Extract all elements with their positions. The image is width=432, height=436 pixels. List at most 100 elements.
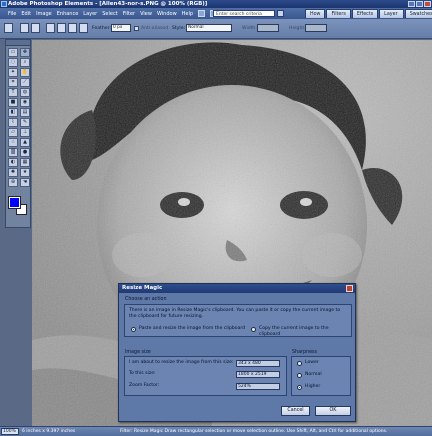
- zoom-tool-icon[interactable]: ⊕: [8, 178, 18, 187]
- menu-help[interactable]: Help: [182, 11, 193, 17]
- antialiased-label: Anti-aliased: [141, 26, 169, 31]
- subtract-selection-icon[interactable]: [68, 23, 77, 33]
- menu-bar: File Edit Image Enhance Layer Select Fil…: [0, 8, 432, 26]
- impressionist-brush-icon[interactable]: ✺: [8, 168, 18, 177]
- burn-icon[interactable]: ◐: [8, 158, 18, 167]
- menu-edit[interactable]: Edit: [21, 11, 31, 17]
- dialog-close-icon[interactable]: [346, 285, 353, 292]
- search-go-icon[interactable]: [277, 10, 284, 17]
- cancel-button[interactable]: Cancel: [281, 406, 310, 416]
- lasso-icon[interactable]: ◌: [8, 58, 18, 67]
- hand-tool-icon[interactable]: ☚: [20, 178, 30, 187]
- antialiased-checkbox[interactable]: [134, 26, 139, 31]
- menu-select[interactable]: Select: [102, 11, 117, 17]
- zoom-icon[interactable]: ⌕: [20, 58, 30, 67]
- window-title: Adobe Photoshop Elements - [Allen43-nor-…: [8, 1, 208, 7]
- gradient-icon[interactable]: ▤: [20, 108, 30, 117]
- maximize-icon[interactable]: [416, 1, 423, 7]
- move-icon[interactable]: ✥: [20, 48, 30, 57]
- marquee-preset-icon[interactable]: [4, 23, 13, 33]
- style-select[interactable]: Normal: [186, 24, 232, 32]
- pencil-icon[interactable]: ✎: [20, 118, 30, 127]
- to-value[interactable]: 1800 x 2519: [236, 371, 280, 378]
- copy-radio[interactable]: [251, 327, 256, 332]
- sharpness-normal-radio[interactable]: [297, 373, 302, 378]
- type-icon[interactable]: T: [8, 88, 18, 97]
- magic-wand-icon[interactable]: ✦: [8, 68, 18, 77]
- about-value: 343 x 480: [236, 360, 280, 367]
- status-bar: 100% 6 inches x 9.397 inches Filter: Res…: [0, 426, 432, 436]
- height-label: Height:: [289, 26, 306, 31]
- zoom-factor-value[interactable]: 524%: [236, 383, 280, 390]
- status-hint: Filter: Resize Magic Draw rectangular se…: [120, 429, 388, 434]
- toolbox: ▭ ✥ ◌ ⌕ ✦ ✋ ⌗ ⟋ T ◍ ■ ◉ ◧ ▤ ⌇ ✎ ▱ ⊥ ☝ ▲ …: [5, 39, 31, 228]
- menu-file[interactable]: File: [8, 11, 16, 17]
- size-header: Image size: [125, 350, 151, 355]
- menu-layer[interactable]: Layer: [83, 11, 97, 17]
- marquee-icon[interactable]: ▭: [8, 48, 18, 57]
- tab-how-to[interactable]: How To: [305, 9, 326, 26]
- feather-label: Feather:: [92, 26, 111, 31]
- dialog-title: Resize Magic: [119, 284, 355, 293]
- selection-brush-icon[interactable]: ◍: [20, 88, 30, 97]
- zoom-factor-label: Zoom Factor:: [129, 383, 160, 388]
- clone-stamp-icon[interactable]: ⊥: [20, 128, 30, 137]
- shape-icon[interactable]: ■: [8, 98, 18, 107]
- add-selection-icon[interactable]: [57, 23, 66, 33]
- menu-enhance[interactable]: Enhance: [57, 11, 79, 17]
- dialog-message: There is an image in Resize Magic's clip…: [129, 308, 341, 319]
- sharpness-higher-label[interactable]: Higher: [305, 384, 320, 390]
- ellipse-marquee-icon[interactable]: [31, 23, 40, 33]
- eyedropper-icon[interactable]: ⟋: [20, 78, 30, 87]
- ok-button[interactable]: OK: [315, 406, 351, 416]
- intersect-selection-icon[interactable]: [79, 23, 88, 33]
- search-input[interactable]: Enter search criteria: [213, 10, 275, 17]
- sharpness-lower-label[interactable]: Lower: [305, 360, 319, 366]
- document-size[interactable]: 6 inches x 9.397 inches: [22, 427, 75, 436]
- sharpness-lower-radio[interactable]: [297, 361, 302, 366]
- tab-layer-styles[interactable]: Layer Styles: [379, 9, 404, 26]
- rect-marquee-icon[interactable]: [20, 23, 29, 33]
- dodge-icon[interactable]: ●: [20, 148, 30, 157]
- tab-effects[interactable]: Effects: [351, 9, 379, 18]
- paste-label[interactable]: Paste and resize the image from the clip…: [139, 326, 245, 332]
- tab-filters[interactable]: Filters: [326, 9, 351, 18]
- blur-icon[interactable]: ▲: [20, 138, 30, 147]
- sharpness-higher-radio[interactable]: [297, 385, 302, 390]
- style-label: Style:: [172, 26, 186, 31]
- sharpness-normal-label[interactable]: Normal: [305, 372, 322, 378]
- about-label: I am about to resize the image from this…: [129, 360, 234, 365]
- sponge-icon[interactable]: ▒: [8, 148, 18, 157]
- height-field[interactable]: [305, 24, 327, 32]
- close-icon[interactable]: [424, 1, 431, 7]
- tab-swatches[interactable]: Swatches: [404, 9, 432, 18]
- brush-icon[interactable]: ⌇: [8, 118, 18, 127]
- size-group: I am about to resize the image from this…: [124, 356, 287, 396]
- window-controls: [408, 1, 431, 7]
- foreground-color-swatch[interactable]: [8, 196, 21, 209]
- copy-label[interactable]: Copy the current image to the clipboard: [259, 326, 351, 338]
- width-field[interactable]: [257, 24, 279, 32]
- minimize-icon[interactable]: [408, 1, 415, 7]
- new-selection-icon[interactable]: [46, 23, 55, 33]
- paint-bucket-icon[interactable]: ◧: [8, 108, 18, 117]
- new-file-icon[interactable]: [198, 10, 206, 17]
- width-label: Width:: [242, 26, 257, 31]
- resize-magic-dialog: Resize Magic Choose an action There is a…: [118, 283, 356, 422]
- menu-window[interactable]: Window: [157, 11, 177, 17]
- hand-icon[interactable]: ✋: [20, 68, 30, 77]
- menu-image[interactable]: Image: [36, 11, 52, 17]
- menu-filter[interactable]: Filter: [123, 11, 135, 17]
- red-eye-icon[interactable]: ◉: [20, 98, 30, 107]
- eraser-icon[interactable]: ▱: [8, 128, 18, 137]
- options-bar: Feather: 0 px Anti-aliased Style: Normal…: [0, 19, 432, 39]
- custom-shape-icon[interactable]: ★: [20, 168, 30, 177]
- menu-view[interactable]: View: [140, 11, 152, 17]
- pattern-stamp-icon[interactable]: ▦: [20, 158, 30, 167]
- smudge-icon[interactable]: ☝: [8, 138, 18, 147]
- feather-field[interactable]: 0 px: [111, 24, 131, 32]
- zoom-field[interactable]: 100%: [1, 428, 19, 435]
- paste-radio[interactable]: [131, 327, 136, 332]
- title-bar: Adobe Photoshop Elements - [Allen43-nor-…: [0, 0, 432, 8]
- crop-icon[interactable]: ⌗: [8, 78, 18, 87]
